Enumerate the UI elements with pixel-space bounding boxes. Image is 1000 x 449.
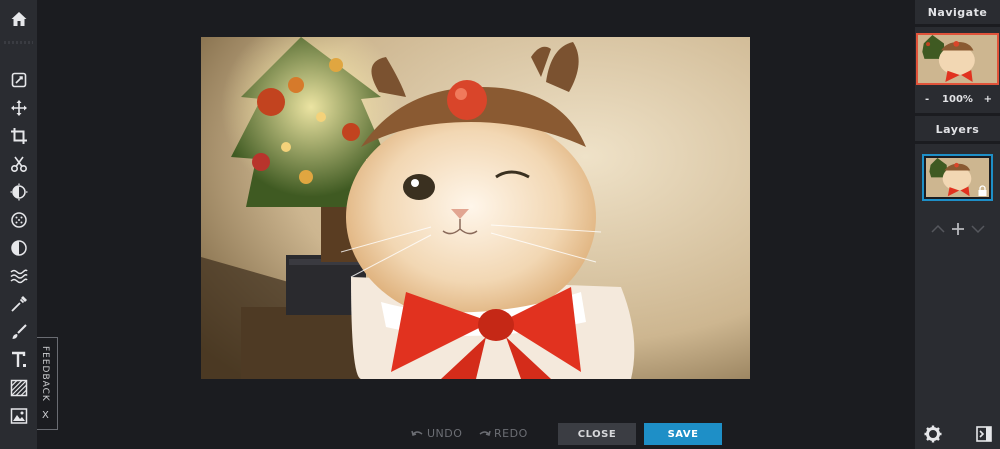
brush-tool[interactable]	[0, 320, 37, 344]
navigator-preview	[918, 35, 997, 83]
distort-tool[interactable]	[0, 264, 37, 288]
image-tool[interactable]	[0, 404, 37, 428]
crop-tool[interactable]	[0, 124, 37, 148]
contrast-tool[interactable]	[0, 236, 37, 260]
add-layer-icon[interactable]	[951, 222, 965, 236]
cat-photo	[201, 37, 750, 379]
home-icon	[11, 12, 26, 26]
panel-divider	[915, 141, 1000, 144]
settings-gear-icon[interactable]	[924, 425, 942, 443]
enhance-icon	[10, 183, 27, 201]
dropper-icon	[10, 296, 27, 312]
feedback-label: FEEDBACK	[40, 346, 50, 402]
home-button[interactable]	[0, 0, 37, 38]
move-icon	[10, 100, 27, 116]
layer-down-icon[interactable]	[970, 224, 985, 234]
save-button[interactable]: SAVE	[644, 423, 722, 445]
undo-icon	[411, 430, 423, 436]
right-panel: Navigate - 100% + Layers	[915, 0, 1000, 449]
waves-icon	[9, 269, 28, 284]
text-tool[interactable]	[0, 348, 37, 372]
image-icon	[10, 408, 27, 424]
cut-tool[interactable]	[0, 152, 37, 176]
panel-divider	[915, 113, 1000, 116]
image-canvas[interactable]	[201, 37, 750, 379]
layer-up-icon[interactable]	[930, 224, 945, 234]
layer-item[interactable]	[922, 154, 993, 201]
navigate-title: Navigate	[927, 5, 988, 19]
dropper-tool[interactable]	[0, 292, 37, 316]
close-button[interactable]: CLOSE	[558, 423, 636, 445]
left-toolbar	[0, 0, 37, 449]
move-tool[interactable]	[0, 96, 37, 120]
pattern-tool[interactable]	[0, 376, 37, 400]
hatch-icon	[10, 379, 27, 397]
redo-button[interactable]: REDO	[478, 427, 528, 440]
adjust-icon	[11, 72, 26, 88]
zoom-controls: - 100% +	[915, 92, 1000, 110]
feedback-close-button[interactable]: X	[42, 410, 49, 421]
crop-icon	[10, 128, 27, 144]
undo-button[interactable]: UNDO	[411, 427, 462, 440]
contrast-icon	[10, 240, 27, 256]
redo-icon	[479, 430, 491, 436]
toolbar-divider	[4, 41, 33, 44]
enhance-tool[interactable]	[0, 180, 37, 204]
layer-controls	[915, 220, 1000, 238]
zoom-in-button[interactable]: +	[984, 94, 992, 105]
adjust-tool[interactable]	[0, 68, 37, 92]
texture-tool[interactable]	[0, 208, 37, 232]
texture-icon	[10, 212, 27, 228]
lock-icon	[978, 185, 987, 196]
layers-title: Layers	[935, 122, 980, 136]
feedback-tab[interactable]: FEEDBACK X	[37, 337, 58, 430]
navigator-thumbnail[interactable]	[916, 33, 999, 85]
redo-label: REDO	[494, 427, 528, 440]
brush-icon	[12, 324, 27, 339]
text-icon	[11, 351, 26, 367]
undo-label: UNDO	[427, 427, 463, 440]
scissors-icon	[10, 156, 27, 173]
collapse-panel-icon[interactable]	[976, 426, 992, 442]
panel-divider	[915, 24, 1000, 27]
